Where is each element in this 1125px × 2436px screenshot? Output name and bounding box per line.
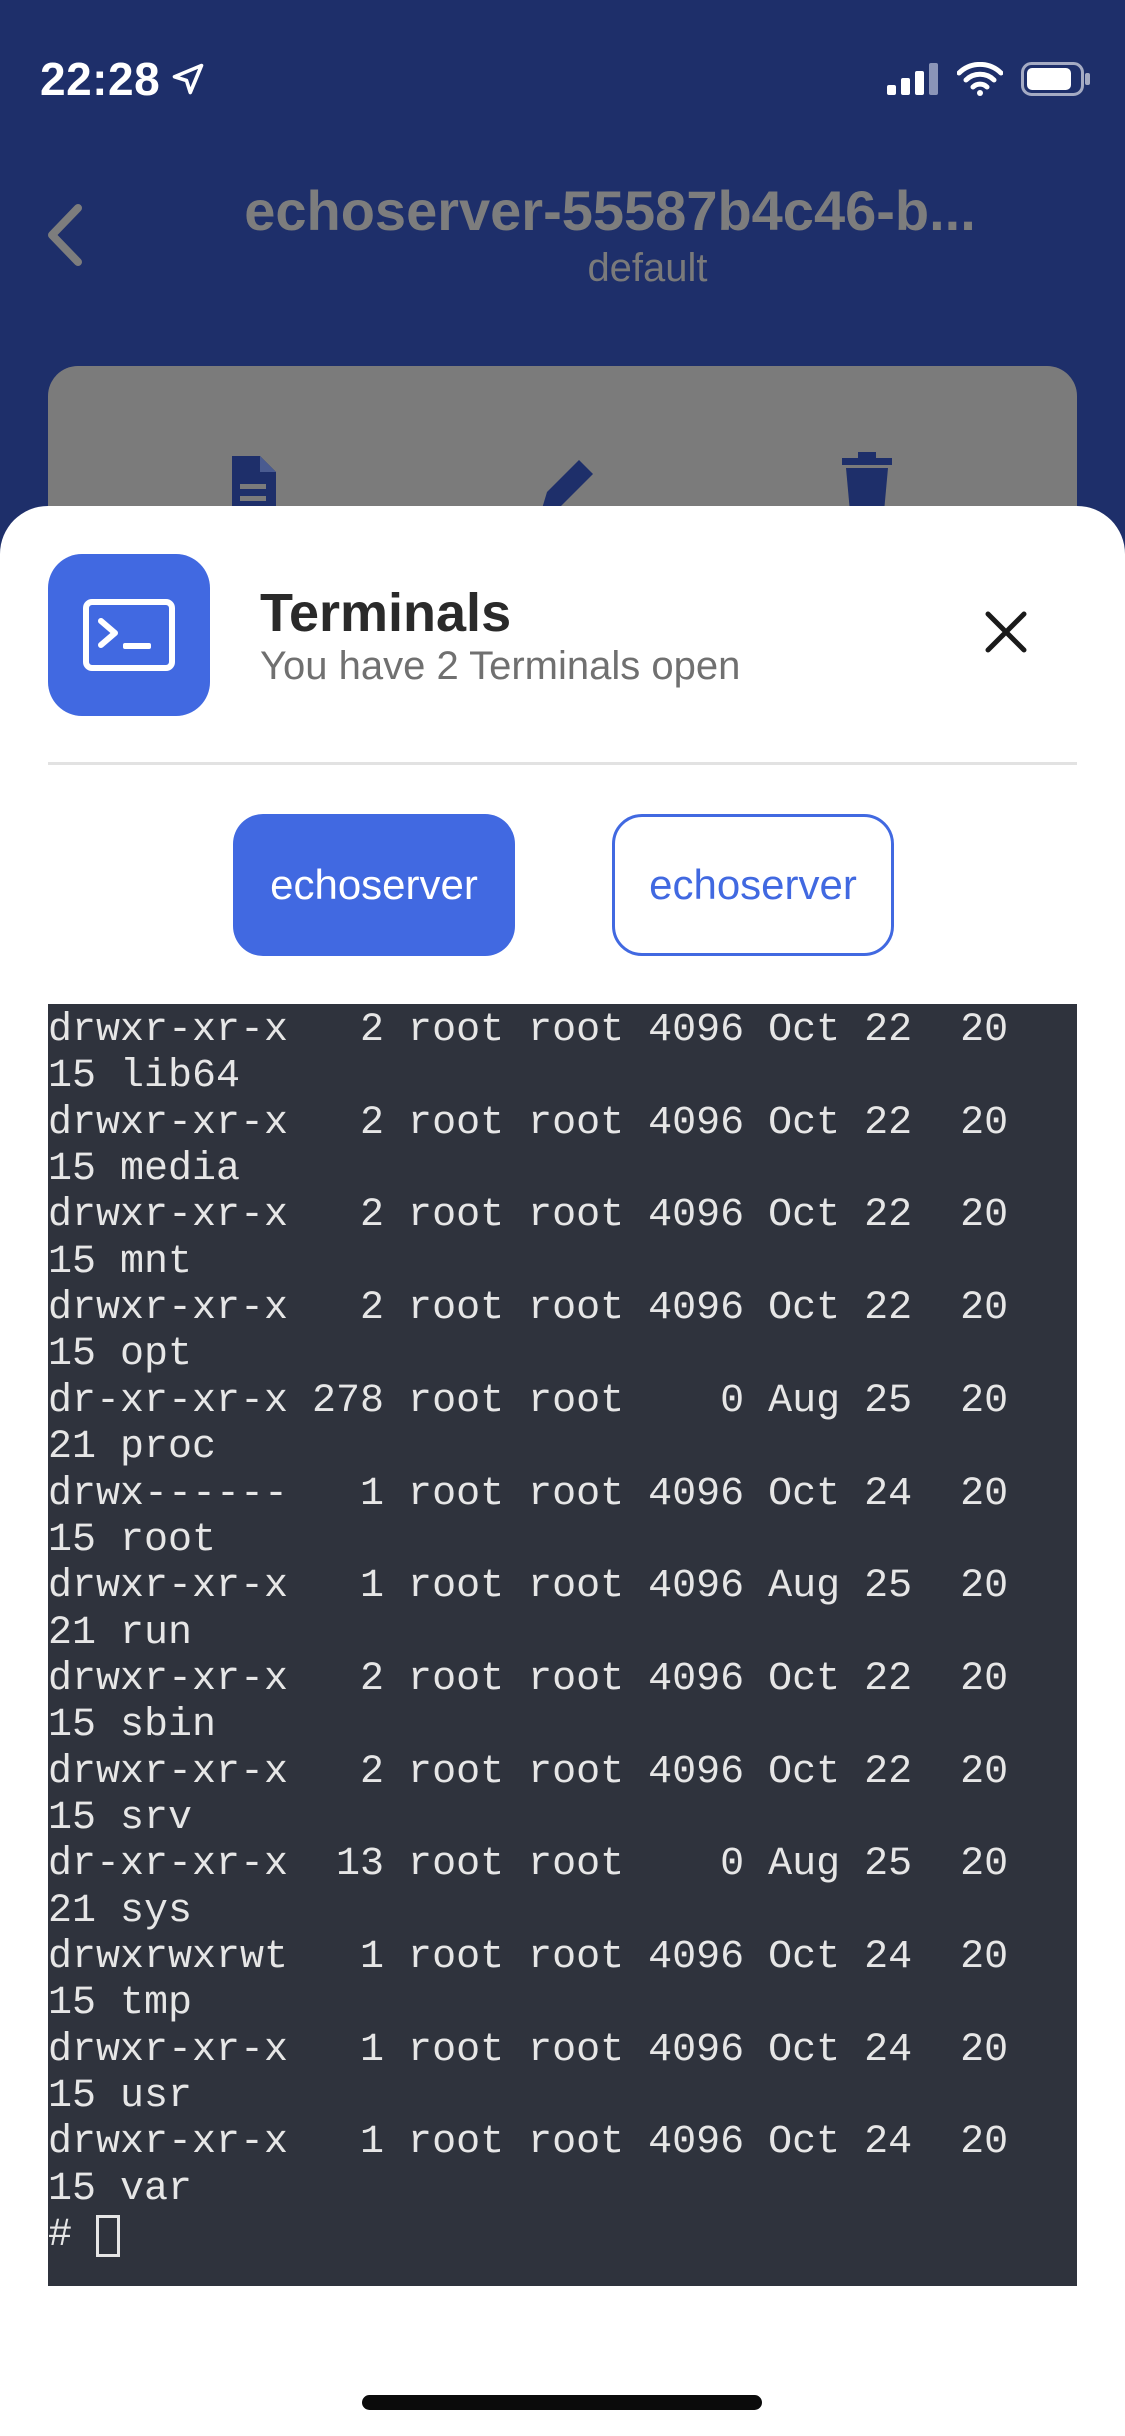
terminal-line: dr-xr-xr-x 278 root root 0 Aug 25 20 [48,1378,1009,1424]
terminal-line: drwx------ 1 root root 4096 Oct 24 20 [48,1471,1009,1517]
page-subtitle: default [587,246,708,290]
status-bar: 22:28 [0,0,1125,150]
chevron-left-icon [48,204,82,266]
sheet-title: Terminals [260,583,512,643]
terminal-line: drwxr-xr-x 1 root root 4096 Aug 25 20 [48,1564,1009,1610]
terminal-line: drwxrwxrwt 1 root root 4096 Oct 24 20 [48,1935,1009,1980]
terminal-line: 15 srv [48,1795,193,1841]
status-icons [887,62,1091,96]
close-button[interactable] [970,596,1042,668]
terminal-tab-1[interactable]: echoserver [233,814,515,956]
close-icon [985,611,1027,653]
terminal-line: 21 sys [48,1888,193,1934]
sheet-divider [48,762,1077,765]
terminal-line: drwxr-xr-x 2 root root 4096 Oct 22 20 [48,1749,1009,1795]
sheet-subtitle: You have 2 Terminals open [260,644,741,688]
terminal-prompt[interactable]: # [48,2213,121,2259]
wifi-icon [957,62,1003,96]
pencil-icon[interactable] [533,452,599,512]
terminal-line: drwxr-xr-x 2 root root 4096 Oct 22 20 [48,1286,1009,1332]
terminal-line: drwxr-xr-x 1 root root 4096 Oct 24 20 [48,2120,1009,2166]
terminals-app-icon [48,554,210,716]
terminal-line: drwxr-xr-x 1 root root 4096 Oct 24 20 [48,2027,1009,2073]
page-title: echoserver-55587b4c46-b... [244,179,976,242]
terminal-line: drwxr-xr-x 2 root root 4096 Oct 22 20 [48,1193,1009,1239]
terminal-line: drwxr-xr-x 2 root root 4096 Oct 22 20 [48,1100,1009,1146]
status-time: 22:28 [40,53,161,105]
terminal-tab-2[interactable]: echoserver [612,814,894,956]
location-arrow-icon [172,63,204,95]
terminal-line: dr-xr-xr-x 13 root root 0 Aug 25 20 [48,1842,1009,1888]
terminal-line: drwxr-xr-x 2 root root 4096 Oct 22 20 [48,1008,1009,1053]
terminal-line: 21 proc [48,1425,217,1471]
prompt-symbol: # [48,2213,73,2259]
home-indicator [362,2395,762,2410]
terminal-line: 15 mnt [48,1239,193,1285]
terminal-line: 15 media [48,1147,241,1193]
terminal-line: 21 run [48,1610,193,1656]
terminal-line: 15 root [48,1517,217,1563]
terminal-line: 15 usr [48,2074,193,2120]
trash-icon[interactable] [840,452,894,512]
back-button[interactable] [40,200,90,270]
terminal-line: 15 var [48,2166,193,2212]
terminal-line: 15 tmp [48,1981,193,2027]
terminal-line: 15 lib64 [48,1054,241,1100]
document-icon[interactable] [228,452,280,512]
terminal-line: drwxr-xr-x 2 root root 4096 Oct 22 20 [48,1656,1009,1702]
terminal-icon [83,599,175,671]
screen: 22:28 echoserver-55587b4c46-b... default… [0,0,1125,2436]
terminals-sheet: Terminals You have 2 Terminals open echo… [0,506,1125,2436]
terminal-line: 15 opt [48,1332,193,1378]
battery-icon [1021,62,1090,96]
cellular-signal-icon [887,63,938,95]
terminal-line: 15 sbin [48,1703,217,1749]
terminal-output[interactable]: drwxr-xr-x 2 root root 4096 Oct 22 20 15 … [48,1004,1077,2286]
terminal-cursor [96,2215,121,2258]
actions-card-icons [48,452,1077,512]
status-time-wrap: 22:28 [40,52,206,106]
